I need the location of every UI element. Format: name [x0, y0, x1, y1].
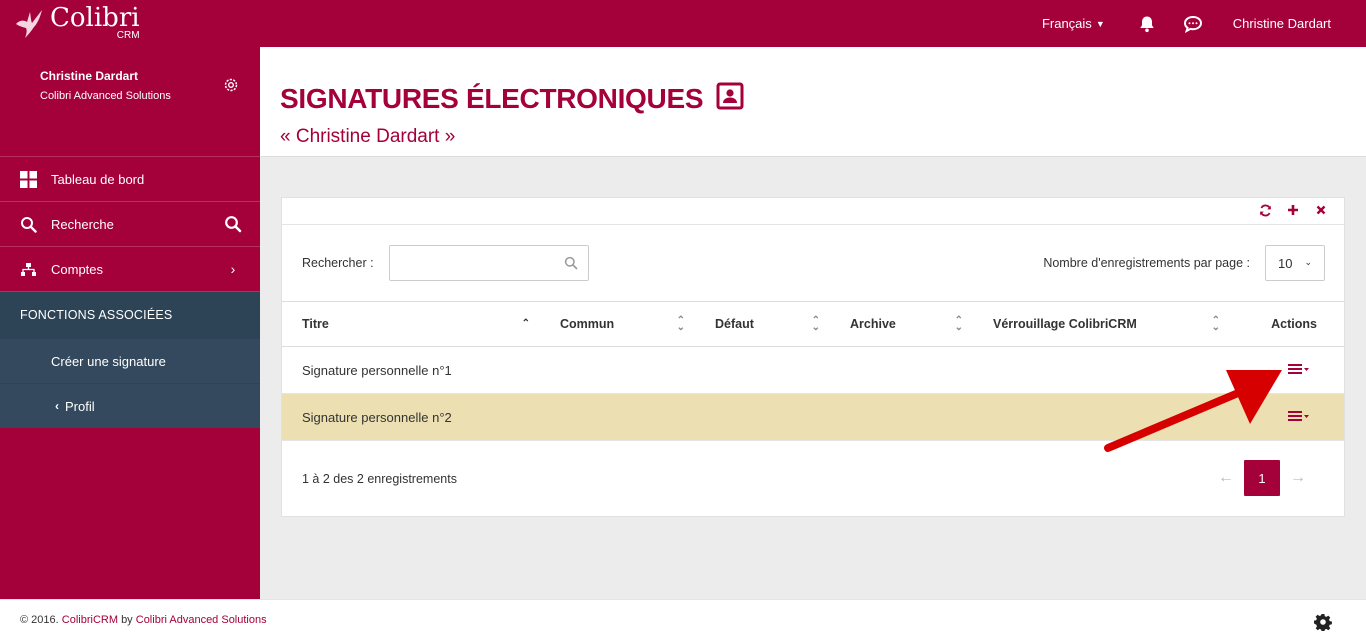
- pagination: ← 1 →: [1208, 460, 1316, 496]
- cell-actions: [1230, 346, 1344, 394]
- add-icon[interactable]: [1286, 202, 1300, 218]
- sidebar-item-comptes[interactable]: Comptes ›: [0, 247, 260, 292]
- cell-commun: [540, 346, 695, 394]
- column-header-verrouillage[interactable]: Vérrouillage ColibriCRM ⌃ ⌄: [973, 301, 1230, 347]
- footer-by: by: [121, 614, 133, 626]
- pagination-page[interactable]: 1: [1244, 460, 1280, 496]
- page-title: SIGNATURES ÉLECTRONIQUES: [280, 83, 704, 114]
- cell-verrouillage: [973, 393, 1230, 441]
- cell-defaut: [695, 346, 830, 394]
- sidebar-item-creer-signature[interactable]: Créer une signature: [0, 338, 260, 383]
- column-header-titre[interactable]: Titre ⌃: [282, 301, 540, 347]
- search-input[interactable]: [390, 246, 555, 280]
- cell-defaut: [695, 393, 830, 441]
- gear-icon[interactable]: [1314, 613, 1332, 631]
- cell-archive: [830, 393, 973, 441]
- footer-company-link[interactable]: Colibri Advanced Solutions: [136, 614, 267, 626]
- footer-product-link[interactable]: ColibriCRM: [62, 614, 118, 626]
- sitemap-icon: [21, 263, 36, 276]
- sidebar-item-label: Profil: [65, 398, 95, 414]
- search-icon: [21, 217, 37, 233]
- contact-card-icon: [716, 82, 744, 110]
- search-icon: [564, 256, 578, 270]
- brand-subtitle: CRM: [116, 30, 140, 41]
- sort-ascending-icon: ⌃: [521, 318, 530, 329]
- table-info: 1 à 2 des 2 enregistrements: [302, 472, 457, 486]
- sidebar-item-tableau-de-bord[interactable]: Tableau de bord: [0, 157, 260, 202]
- row-actions-menu-icon[interactable]: [1288, 362, 1310, 376]
- footer-copyright: © 2016.: [20, 614, 59, 626]
- bell-icon[interactable]: [1135, 12, 1159, 36]
- grid-icon: [20, 171, 37, 188]
- search-field[interactable]: [389, 245, 589, 281]
- table-row[interactable]: Signature personnelle n°2: [282, 393, 1344, 441]
- sidebar-item-label: Tableau de bord: [51, 171, 145, 187]
- search-label: Rechercher :: [302, 256, 374, 270]
- gear-icon[interactable]: [222, 76, 240, 94]
- per-page-label: Nombre d'enregistrements par page :: [1043, 256, 1250, 270]
- sidebar-item-recherche[interactable]: Recherche: [0, 202, 260, 247]
- profile-name: Christine Dardart: [40, 69, 139, 83]
- cell-commun: [540, 393, 695, 441]
- language-label: Français: [1041, 16, 1092, 31]
- table-row[interactable]: Signature personnelle n°1: [282, 346, 1344, 394]
- sidebar-profile: Christine Dardart Colibri Advanced Solut…: [0, 47, 260, 157]
- footer: © 2016. ColibriCRM by Colibri Advanced S…: [0, 599, 1366, 644]
- sort-icon: ⌃ ⌄: [676, 315, 685, 333]
- search-icon[interactable]: [224, 215, 242, 233]
- sort-icon: ⌃ ⌄: [954, 315, 963, 333]
- close-icon[interactable]: [1314, 202, 1328, 218]
- chevron-down-icon: ▼: [1095, 18, 1105, 29]
- signatures-panel: Rechercher : Nombre d'enregistrements pa…: [281, 197, 1345, 517]
- column-header-defaut[interactable]: Défaut ⌃ ⌄: [695, 301, 830, 347]
- sort-icon: ⌃ ⌄: [1211, 315, 1220, 333]
- cell-verrouillage: [973, 346, 1230, 394]
- cell-actions: [1230, 393, 1344, 441]
- language-selector[interactable]: Français ▼: [1042, 16, 1105, 31]
- page-subtitle: « Christine Dardart »: [280, 126, 456, 147]
- column-header-commun[interactable]: Commun ⌃ ⌄: [540, 301, 695, 347]
- signatures-table: Titre ⌃ Commun ⌃ ⌄ Défaut ⌃ ⌄ Archive ⌃ ⌄ Vérro…: [282, 301, 1344, 441]
- table-header-row: Titre ⌃ Commun ⌃ ⌄ Défaut ⌃ ⌄ Archive ⌃ ⌄ Vérro…: [282, 301, 1344, 347]
- chevron-left-icon: ‹: [55, 399, 59, 413]
- app-logo[interactable]: Colibri CRM: [12, 4, 140, 44]
- top-navbar: Colibri CRM Français ▼ Christine Dardart: [0, 0, 1366, 47]
- per-page-select[interactable]: 10 ⌄: [1265, 245, 1325, 281]
- brand-name: Colibri: [50, 3, 140, 33]
- sidebar: Christine Dardart Colibri Advanced Solut…: [0, 47, 260, 599]
- refresh-icon[interactable]: [1258, 202, 1272, 218]
- sort-icon: ⌃ ⌄: [811, 315, 820, 333]
- sidebar-item-label: Créer une signature: [51, 353, 166, 369]
- panel-divider: [282, 224, 1344, 225]
- row-actions-menu-icon[interactable]: [1288, 409, 1310, 423]
- section-fonctions-associees: FONCTIONS ASSOCIÉES: [0, 292, 260, 338]
- user-menu[interactable]: Christine Dardart: [1233, 16, 1331, 31]
- column-header-archive[interactable]: Archive ⌃ ⌄: [830, 301, 973, 347]
- cell-archive: [830, 346, 973, 394]
- chevron-right-icon: ›: [230, 261, 236, 277]
- profile-company: Colibri Advanced Solutions: [40, 90, 171, 102]
- sidebar-item-label: Comptes: [51, 261, 104, 277]
- column-header-actions: Actions: [1230, 301, 1344, 347]
- pagination-next[interactable]: →: [1280, 469, 1316, 487]
- sidebar-item-profil[interactable]: ‹ Profil: [0, 383, 260, 428]
- sidebar-item-label: Recherche: [51, 216, 114, 232]
- per-page-value: 10: [1278, 255, 1293, 271]
- cell-titre: Signature personnelle n°2: [282, 393, 540, 441]
- hummingbird-logo-icon: [16, 10, 42, 38]
- page-header: SIGNATURES ÉLECTRONIQUES « Christine Dar…: [260, 47, 1366, 157]
- chat-icon[interactable]: [1181, 12, 1205, 36]
- footer-text: © 2016. ColibriCRM by Colibri Advanced S…: [20, 614, 267, 626]
- pagination-prev[interactable]: ←: [1208, 469, 1244, 487]
- chevron-down-icon: ⌄: [1304, 257, 1312, 267]
- cell-titre: Signature personnelle n°1: [282, 346, 540, 394]
